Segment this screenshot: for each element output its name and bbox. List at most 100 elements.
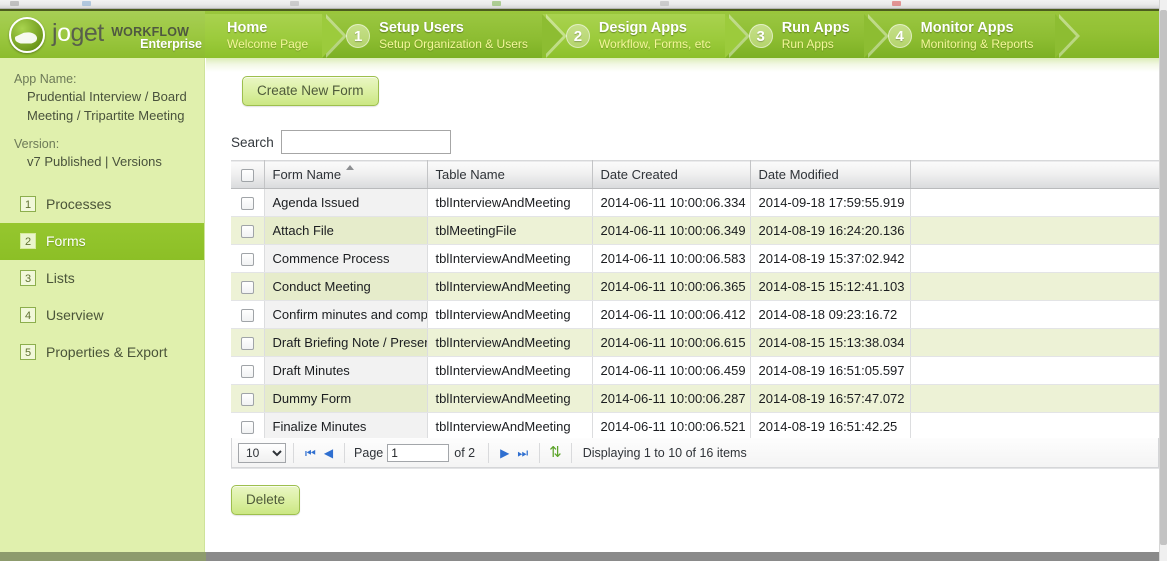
nav-item-monitor-apps-title: Monitor Apps bbox=[921, 20, 1034, 37]
pagination-bar: 10 ⏮ ◀ Page of 2 ▶ ⏭ ⇅ Displaying 1 to 1… bbox=[231, 438, 1159, 468]
create-new-form-button[interactable]: Create New Form bbox=[242, 76, 379, 106]
table-row[interactable]: Conduct Meeting tblInterviewAndMeeting 2… bbox=[231, 273, 1159, 301]
table-row[interactable]: Attach File tblMeetingFile 2014-06-11 10… bbox=[231, 217, 1159, 245]
row-checkbox[interactable] bbox=[241, 281, 254, 294]
nav-item-design-apps[interactable]: 2 Design Apps Workflow, Forms, etc bbox=[542, 14, 725, 58]
page-label: Page bbox=[354, 446, 383, 460]
cell-date-created: 2014-06-11 10:00:06.521 bbox=[592, 413, 750, 441]
row-checkbox[interactable] bbox=[241, 421, 254, 434]
cell-date-modified: 2014-08-19 16:51:42.25 bbox=[750, 413, 910, 441]
table-row[interactable]: Dummy Form tblInterviewAndMeeting 2014-0… bbox=[231, 385, 1159, 413]
table-row[interactable]: Agenda Issued tblInterviewAndMeeting 201… bbox=[231, 189, 1159, 217]
last-page-icon[interactable]: ⏭ bbox=[513, 447, 532, 459]
cell-date-modified: 2014-08-18 09:23:16.72 bbox=[750, 301, 910, 329]
table-row[interactable]: Confirm minutes and comp tblInterviewAnd… bbox=[231, 301, 1159, 329]
nav-item-monitor-apps[interactable]: 4 Monitor Apps Monitoring & Reports bbox=[864, 14, 1056, 58]
chrome-dot bbox=[10, 1, 19, 6]
create-new-form-wrap: Create New Form bbox=[242, 76, 379, 106]
pager-divider bbox=[571, 443, 572, 463]
table-row[interactable]: Draft Briefing Note / Preser tblIntervie… bbox=[231, 329, 1159, 357]
cell-table-name: tblInterviewAndMeeting bbox=[427, 273, 592, 301]
cell-form-name[interactable]: Attach File bbox=[264, 217, 427, 245]
cell-empty bbox=[910, 413, 1159, 441]
column-header-date-modified[interactable]: Date Modified bbox=[750, 161, 910, 189]
cell-form-name[interactable]: Draft Briefing Note / Preser bbox=[264, 329, 427, 357]
row-select-cell[interactable] bbox=[231, 385, 264, 413]
sidebar-item-lists[interactable]: 3 Lists bbox=[0, 260, 204, 297]
pager-divider bbox=[344, 443, 345, 463]
first-page-icon[interactable]: ⏮ bbox=[301, 447, 320, 459]
cell-form-name[interactable]: Agenda Issued bbox=[264, 189, 427, 217]
nav-item-run-apps-title: Run Apps bbox=[782, 20, 850, 37]
cell-table-name: tblInterviewAndMeeting bbox=[427, 245, 592, 273]
cell-form-name[interactable]: Draft Minutes bbox=[264, 357, 427, 385]
row-select-cell[interactable] bbox=[231, 301, 264, 329]
row-select-cell[interactable] bbox=[231, 217, 264, 245]
row-checkbox[interactable] bbox=[241, 365, 254, 378]
column-header-form-name[interactable]: Form Name bbox=[264, 161, 427, 189]
sidebar-number-4: 4 bbox=[20, 307, 36, 323]
next-page-icon[interactable]: ▶ bbox=[496, 447, 513, 459]
page-scrollbar[interactable] bbox=[1159, 0, 1167, 561]
refresh-icon[interactable]: ⇅ bbox=[547, 445, 564, 460]
cell-date-created: 2014-06-11 10:00:06.365 bbox=[592, 273, 750, 301]
sidebar-item-forms-label: Forms bbox=[46, 233, 86, 249]
row-checkbox[interactable] bbox=[241, 225, 254, 238]
previous-page-icon[interactable]: ◀ bbox=[320, 447, 337, 459]
cell-form-name[interactable]: Confirm minutes and comp bbox=[264, 301, 427, 329]
app-info-spacer bbox=[14, 126, 204, 135]
cell-table-name: tblInterviewAndMeeting bbox=[427, 357, 592, 385]
delete-button[interactable]: Delete bbox=[231, 485, 300, 515]
nav-item-setup-users-title: Setup Users bbox=[379, 20, 528, 37]
table-row[interactable]: Draft Minutes tblInterviewAndMeeting 201… bbox=[231, 357, 1159, 385]
sidebar-item-forms[interactable]: 2 Forms bbox=[0, 223, 204, 260]
brand-logo-area[interactable]: joget WORKFLOW Enterprise bbox=[0, 11, 205, 58]
row-checkbox[interactable] bbox=[241, 253, 254, 266]
brand-name-suffix: get bbox=[70, 19, 103, 47]
cell-date-modified: 2014-08-19 16:57:47.072 bbox=[750, 385, 910, 413]
nav-item-home[interactable]: Home Welcome Page bbox=[205, 14, 322, 58]
sidebar-item-processes[interactable]: 1 Processes bbox=[0, 186, 204, 223]
nav-item-setup-users[interactable]: 1 Setup Users Setup Organization & Users bbox=[322, 14, 542, 58]
search-row: Search bbox=[231, 130, 451, 154]
page-size-select[interactable]: 10 bbox=[238, 443, 286, 463]
cell-table-name: tblInterviewAndMeeting bbox=[427, 329, 592, 357]
row-select-cell[interactable] bbox=[231, 189, 264, 217]
row-checkbox[interactable] bbox=[241, 393, 254, 406]
sidebar-item-processes-label: Processes bbox=[46, 196, 111, 212]
cell-date-modified: 2014-09-18 17:59:55.919 bbox=[750, 189, 910, 217]
row-select-cell[interactable] bbox=[231, 245, 264, 273]
row-checkbox[interactable] bbox=[241, 197, 254, 210]
version-value[interactable]: v7 Published | Versions bbox=[14, 153, 204, 172]
content-area: Create New Form Search bbox=[206, 58, 1159, 552]
cell-empty bbox=[910, 245, 1159, 273]
table-row[interactable]: Finalize Minutes tblInterviewAndMeeting … bbox=[231, 413, 1159, 441]
select-all-checkbox[interactable] bbox=[241, 169, 254, 182]
row-checkbox[interactable] bbox=[241, 337, 254, 350]
row-checkbox[interactable] bbox=[241, 309, 254, 322]
forms-table: Form Name Table Name Date Created Date M… bbox=[231, 160, 1159, 469]
select-all-header[interactable] bbox=[231, 161, 264, 189]
sidebar-item-lists-label: Lists bbox=[46, 270, 75, 286]
row-select-cell[interactable] bbox=[231, 357, 264, 385]
pagination-status: Displaying 1 to 10 of 16 items bbox=[583, 446, 747, 460]
table-row[interactable]: Commence Process tblInterviewAndMeeting … bbox=[231, 245, 1159, 273]
page-scrollbar-thumb[interactable] bbox=[1160, 10, 1167, 545]
wizard-navigation: Home Welcome Page 1 Setup Users Setup Or… bbox=[205, 14, 1055, 58]
sidebar-item-properties-export[interactable]: 5 Properties & Export bbox=[0, 334, 204, 371]
column-header-date-created[interactable]: Date Created bbox=[592, 161, 750, 189]
cell-empty bbox=[910, 329, 1159, 357]
sidebar-item-userview[interactable]: 4 Userview bbox=[0, 297, 204, 334]
cell-form-name[interactable]: Dummy Form bbox=[264, 385, 427, 413]
cell-empty bbox=[910, 385, 1159, 413]
column-header-table-name[interactable]: Table Name bbox=[427, 161, 592, 189]
row-select-cell[interactable] bbox=[231, 273, 264, 301]
row-select-cell[interactable] bbox=[231, 413, 264, 441]
search-input[interactable] bbox=[281, 130, 451, 154]
cell-form-name[interactable]: Commence Process bbox=[264, 245, 427, 273]
sidebar-number-5: 5 bbox=[20, 344, 36, 360]
row-select-cell[interactable] bbox=[231, 329, 264, 357]
page-number-input[interactable] bbox=[387, 444, 449, 462]
cell-form-name[interactable]: Finalize Minutes bbox=[264, 413, 427, 441]
cell-form-name[interactable]: Conduct Meeting bbox=[264, 273, 427, 301]
